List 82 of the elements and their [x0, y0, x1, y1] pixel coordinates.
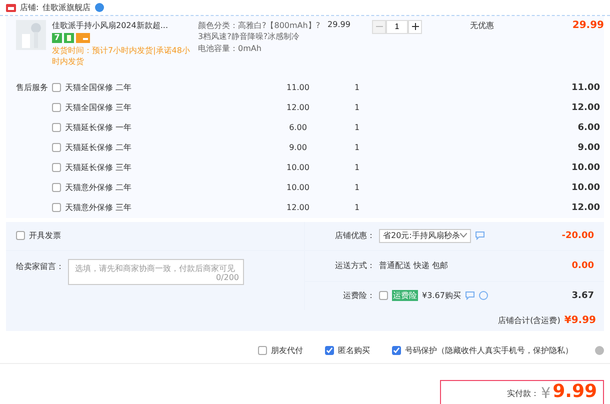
service-total: 10.00 — [572, 182, 601, 193]
service-total: 10.00 — [572, 162, 601, 173]
chat-icon[interactable] — [464, 291, 475, 300]
service-price: 12.00 — [286, 203, 310, 212]
checkbox[interactable] — [52, 143, 61, 152]
currency-symbol: ¥ — [541, 384, 551, 402]
payment-amount: 9.99 — [552, 381, 597, 402]
spec-text: 颜色分类：高雅白?【800mAh】?3档风速?静音降噪?冰感制冷 — [198, 20, 322, 42]
insurance-amount: 3.67 — [572, 290, 594, 301]
plus-icon — [412, 23, 418, 30]
service-name: 天猫延长保修 三年 — [65, 163, 132, 172]
service-total: 11.00 — [572, 82, 601, 93]
guarantee-icon — [64, 32, 74, 43]
delivery-label: 运送方式： — [334, 260, 375, 272]
shop-label: 店铺: — [20, 2, 39, 13]
service-price: 10.00 — [286, 163, 310, 172]
item-title[interactable]: 佳歌派手持小风扇2024新款超... — [52, 20, 194, 31]
insurance-price: ¥3.67购买 — [422, 290, 461, 302]
coupon-amount: -20.00 — [562, 230, 594, 241]
checkbox[interactable] — [52, 163, 61, 172]
service-quantity: 1 — [353, 203, 361, 212]
option-label: 匿名购买 — [338, 344, 370, 356]
service-label: 售后服务 — [16, 83, 48, 92]
delivery-amount: 0.00 — [572, 260, 594, 271]
card-icon — [76, 32, 90, 43]
service-quantity: 1 — [353, 143, 361, 152]
option-label: 号码保护（隐藏收件人真实手机号，保护隐私） — [405, 344, 573, 356]
service-quantity: 1 — [353, 163, 361, 172]
spec-text: 电池容量：0mAh — [198, 42, 262, 54]
service-total: 6.00 — [578, 122, 601, 133]
service-total: 12.00 — [572, 102, 601, 113]
checkbox[interactable] — [325, 346, 334, 355]
service-price: 6.00 — [288, 123, 308, 132]
service-total: 9.00 — [578, 142, 601, 153]
unit-price: 29.99 — [326, 20, 352, 31]
service-name: 天猫延长保修 一年 — [65, 123, 132, 132]
coupon-label: 店铺优惠： — [334, 230, 375, 242]
service-name: 天猫全国保修 三年 — [65, 103, 132, 112]
service-quantity: 1 — [353, 83, 361, 92]
shipping-time: 发货时间：预计7小时内发货|承诺48小时内发货 — [52, 44, 191, 67]
subtotal-label: 店铺合计(含运费) — [498, 315, 560, 326]
invoice-label: 开具发票 — [29, 230, 61, 242]
service-price: 12.00 — [286, 103, 310, 112]
item-total: 29.99 — [571, 20, 604, 32]
service-price: 11.00 — [286, 83, 310, 92]
service-name: 天猫延长保修 二年 — [65, 143, 132, 152]
service-price: 10.00 — [286, 183, 310, 192]
payment-label: 实付款： — [507, 388, 540, 400]
service-quantity: 1 — [353, 123, 361, 132]
insurance-label: 运费险： — [342, 290, 375, 302]
insurance-tag: 运费险 — [392, 290, 418, 302]
checkbox[interactable] — [52, 103, 61, 112]
service-quantity: 1 — [353, 103, 361, 112]
service-name: 天猫意外保修 三年 — [65, 203, 132, 212]
caret-icon — [460, 233, 467, 238]
service-total: 12.00 — [572, 202, 601, 213]
return-badge: 7 — [52, 32, 62, 43]
checkbox[interactable] — [379, 291, 388, 300]
coupon-select[interactable]: 省20元:手持风扇秒杀 — [379, 228, 471, 243]
checkbox[interactable] — [52, 83, 61, 92]
subtotal-amount: ¥9.99 — [564, 315, 596, 326]
service-name: 天猫全国保修 二年 — [65, 83, 132, 92]
increase-button[interactable] — [408, 20, 422, 34]
chat-icon[interactable] — [475, 231, 485, 240]
checkbox[interactable] — [52, 123, 61, 132]
shop-icon — [6, 2, 16, 12]
message-label: 给卖家留言： — [16, 260, 64, 272]
decrease-button[interactable] — [372, 20, 386, 34]
shop-name[interactable]: 佳歌派旗舰店 — [42, 2, 91, 13]
discount-text: 无优惠 — [469, 20, 495, 32]
checkbox[interactable] — [16, 231, 25, 240]
checkbox[interactable] — [392, 346, 401, 355]
character-count: 0/200 — [216, 272, 239, 282]
checkbox[interactable] — [52, 183, 61, 192]
checkbox[interactable] — [258, 346, 267, 355]
option-label: 朋友代付 — [271, 344, 303, 356]
service-quantity: 1 — [353, 183, 361, 192]
service-name: 天猫意外保修 二年 — [65, 183, 132, 192]
checkbox[interactable] — [52, 203, 61, 212]
service-price: 9.00 — [288, 143, 308, 152]
quantity-field[interactable]: 1 — [386, 20, 408, 34]
delivery-method: 普通配送 快递 包邮 — [379, 260, 448, 272]
